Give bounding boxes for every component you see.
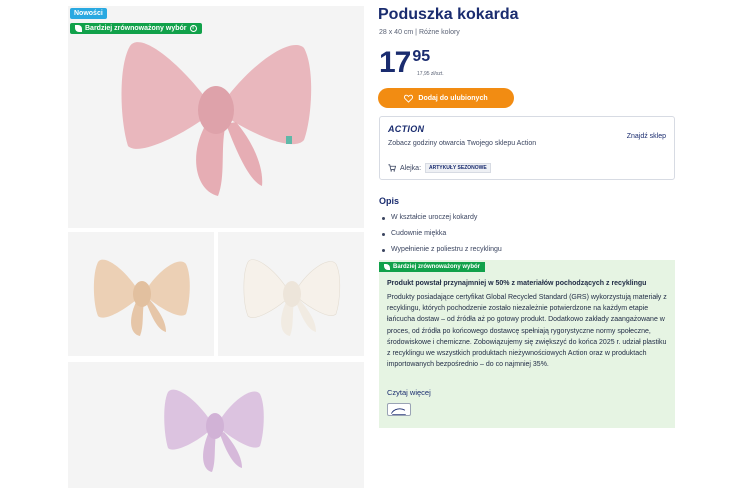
leaf-icon	[384, 264, 390, 270]
add-to-favorites-label: Dodaj do ulubionych	[418, 94, 488, 102]
product-title: Poduszka kokarda	[378, 6, 519, 23]
list-item: Wypełnienie z poliestru z recyklingu	[382, 242, 502, 258]
product-subtitle: 28 x 40 cm | Różne kolory	[379, 29, 460, 36]
bullet-icon	[382, 248, 385, 252]
list-item-text: Cudownie miękka	[391, 230, 447, 237]
eco-badge: Bardziej zrównoważony wybór i	[70, 23, 202, 34]
heart-icon	[404, 94, 414, 103]
leaf-icon	[75, 25, 82, 32]
price-decimal: 95	[412, 48, 431, 65]
list-item: W kształcie uroczej kokardy	[382, 210, 502, 226]
cart-icon	[388, 164, 396, 172]
list-item-text: Wypełnienie z poliestru z recyklingu	[391, 246, 502, 253]
bullet-icon	[382, 232, 385, 236]
eco-tag: Bardziej zrównoważony wybór	[379, 262, 486, 272]
price-main: 17	[379, 46, 411, 79]
aisle-info: Alejka: ARTYKUŁY SEZONOWE	[388, 163, 491, 173]
store-info-box: ACTION Zobacz godziny otwarcia Twojego s…	[379, 116, 675, 180]
eco-body: Produkty posiadające certyfikat Global R…	[387, 294, 667, 369]
new-badge: Nowości	[70, 8, 107, 19]
lilac-bow-pillow-image	[164, 389, 264, 472]
beige-bow-pillow-image	[93, 259, 190, 336]
add-to-favorites-button[interactable]: Dodaj do ulubionych	[378, 88, 514, 108]
grs-logo-graphic	[391, 408, 406, 415]
thumbnail-beige[interactable]	[68, 232, 214, 356]
list-item: Cudownie miękka	[382, 226, 502, 242]
description-heading: Opis	[379, 196, 400, 206]
find-store-link[interactable]: Znajdź sklep	[627, 133, 666, 140]
read-more-link[interactable]: Czytaj więcej	[387, 388, 431, 397]
action-logo: ACTION	[388, 124, 425, 134]
thumbnail-cream[interactable]	[218, 232, 364, 356]
bullet-icon	[382, 216, 385, 220]
aisle-label: Alejka:	[400, 164, 422, 172]
thumbnail-lilac[interactable]	[68, 362, 364, 488]
aisle-tag: ARTYKUŁY SEZONOWE	[425, 163, 491, 173]
grs-certificate-logo	[387, 403, 411, 416]
pink-bow-pillow-image	[121, 42, 312, 196]
list-item-text: W kształcie uroczej kokardy	[391, 214, 478, 221]
description-list: W kształcie uroczej kokardy Cudownie mię…	[382, 210, 502, 258]
store-hours-text: Zobacz godziny otwarcia Twojego sklepu A…	[388, 140, 537, 147]
cream-bow-pillow-image	[243, 259, 341, 336]
eco-title: Produkt powstał przynajmniej w 50% z mat…	[387, 280, 647, 287]
product-main-image[interactable]	[68, 6, 364, 228]
eco-badge-label: Bardziej zrównoważony wybór	[85, 25, 187, 32]
info-icon[interactable]: i	[189, 25, 197, 32]
eco-tag-label: Bardziej zrównoważony wybór	[393, 264, 481, 270]
sustainability-box: Bardziej zrównoważony wybór Produkt pows…	[379, 260, 675, 428]
price-per-unit: 17,95 zł/szt.	[417, 71, 444, 77]
